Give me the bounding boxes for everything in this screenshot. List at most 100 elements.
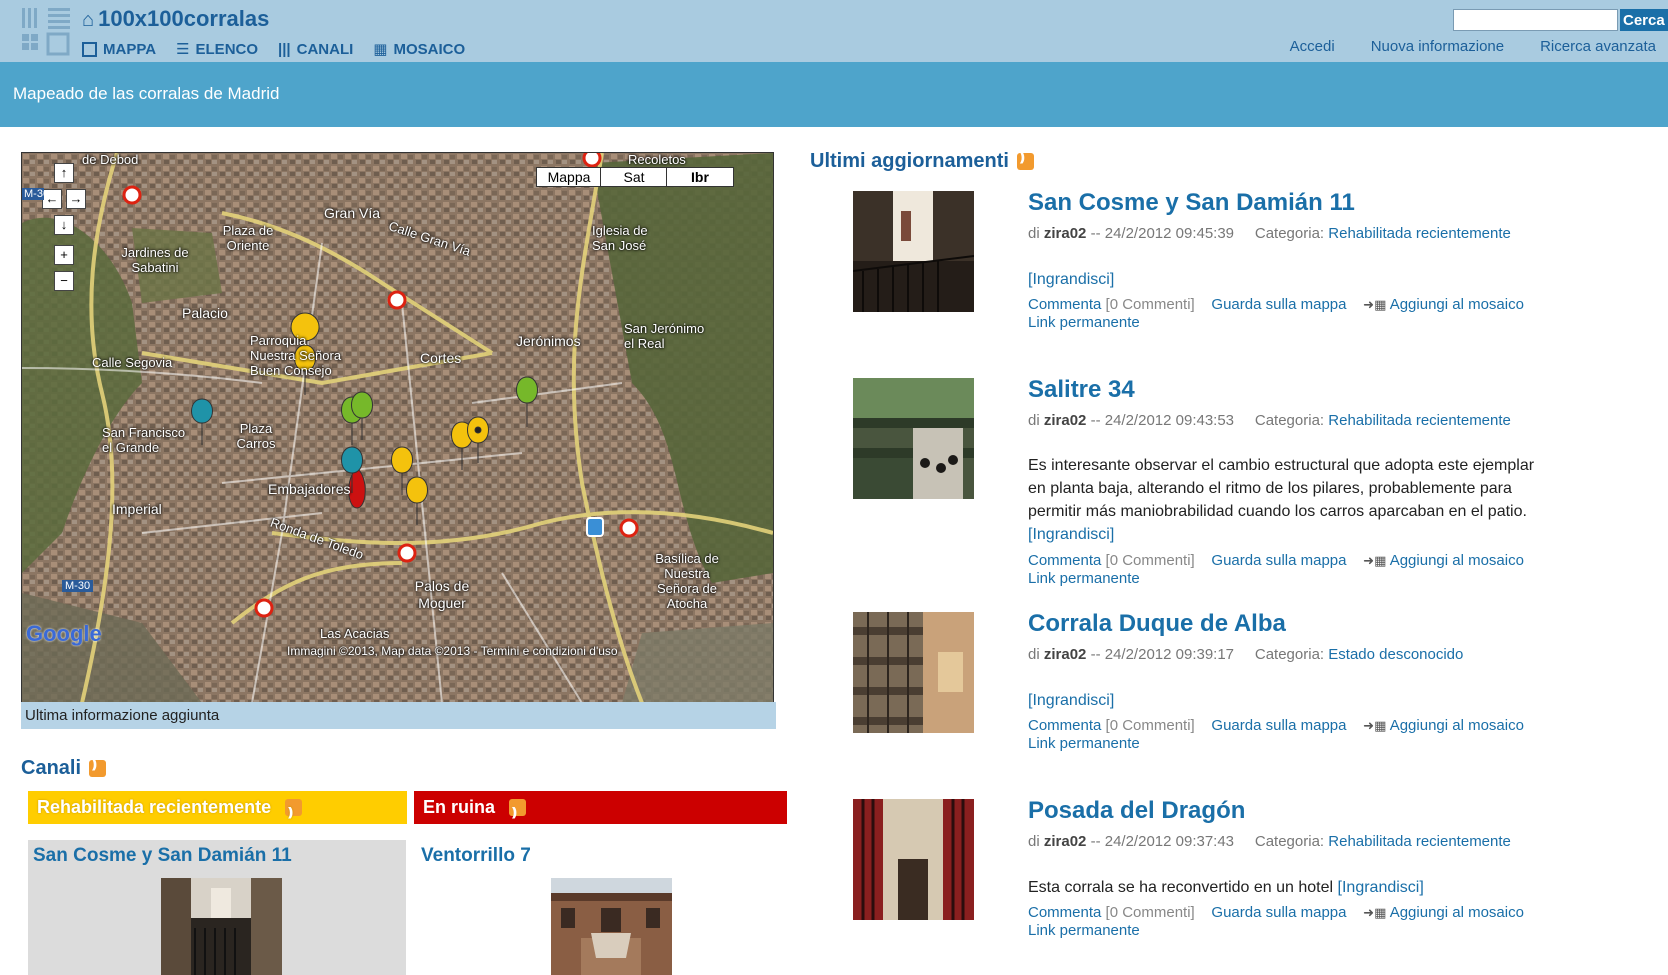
post-category[interactable]: Estado desconocido (1328, 646, 1463, 663)
post-thumbnail[interactable] (853, 378, 974, 499)
map-zoom-in-button[interactable]: + (54, 245, 74, 265)
post-body: Esta corrala se ha reconvertido en un ho… (1028, 879, 1424, 896)
post-category[interactable]: Rehabilitada recientemente (1328, 833, 1511, 850)
map-label: Recoletos (628, 152, 686, 167)
rss-icon[interactable] (1016, 150, 1034, 170)
nav-canali[interactable]: ||| CANALI (278, 40, 353, 58)
new-info-link[interactable]: Nuova informazione (1371, 38, 1504, 55)
permalink[interactable]: Link permanente (1028, 922, 1140, 939)
add-to-mosaic-link[interactable]: Aggiungi al mosaico (1390, 717, 1524, 734)
post-category[interactable]: Rehabilitada recientemente (1328, 225, 1511, 242)
square-icon (82, 41, 97, 57)
post-title[interactable]: Salitre 34 (1028, 376, 1135, 404)
map-label: Palacio (182, 305, 228, 321)
post-title[interactable]: Corrala Duque de Alba (1028, 610, 1286, 638)
post-body: Es interesante observar el cambio estruc… (1028, 457, 1535, 543)
map-pan-left-button[interactable]: ← (42, 189, 62, 209)
view-on-map-link[interactable]: Guarda sulla mappa (1211, 904, 1346, 921)
channel-item-photo[interactable] (161, 878, 282, 975)
map-type-sat[interactable]: Sat (600, 167, 668, 187)
comment-link[interactable]: Commenta (1028, 717, 1101, 734)
post-body: [Ingrandisci] (1028, 689, 1548, 712)
post-author[interactable]: zira02 (1044, 833, 1087, 850)
search-input[interactable] (1453, 9, 1618, 31)
comment-link[interactable]: Commenta (1028, 296, 1101, 313)
channel-item-title[interactable]: San Cosme y San Damián 11 (33, 845, 292, 867)
post-title[interactable]: San Cosme y San Damián 11 (1028, 189, 1355, 217)
channel-item-photo[interactable] (551, 878, 672, 975)
add-to-mosaic-link[interactable]: Aggiungi al mosaico (1390, 904, 1524, 921)
comment-link[interactable]: Commenta (1028, 904, 1101, 921)
map-pan-down-button[interactable]: ↓ (54, 215, 74, 235)
site-name[interactable]: ⌂ 100x100corralas (82, 6, 269, 32)
rss-icon[interactable] (285, 796, 303, 829)
list-icon: ☰ (176, 41, 190, 58)
map-label: San Francisco el Grande (102, 425, 186, 455)
rss-icon[interactable] (509, 796, 527, 829)
map-label: Calle Segovia (92, 355, 173, 370)
permalink[interactable]: Link permanente (1028, 735, 1140, 752)
post-author[interactable]: zira02 (1044, 646, 1087, 663)
add-mosaic-icon: ➜▦ (1363, 553, 1387, 568)
rss-icon[interactable] (89, 757, 107, 777)
expand-link[interactable]: [Ingrandisci] (1028, 526, 1114, 543)
map-label: Las Acacias (320, 626, 390, 641)
post-thumbnail[interactable] (853, 191, 974, 312)
map-label: Jerónimos (516, 333, 581, 349)
map-label: Jardines de Sabatini (121, 245, 189, 275)
map-label: San Jerónimo el Real (624, 321, 705, 351)
channel-rehabilitada[interactable]: Rehabilitada recientemente (28, 791, 407, 829)
channels-heading: Canali (21, 757, 107, 780)
expand-link[interactable]: [Ingrandisci] (1028, 271, 1114, 288)
map-footer: Ultima informazione aggiunta (21, 702, 776, 729)
advanced-search-link[interactable]: Ricerca avanzata (1540, 38, 1656, 55)
post-thumbnail[interactable] (853, 799, 974, 920)
map-attribution[interactable]: Immagini ©2013, Map data ©2013 - Termini… (287, 644, 618, 658)
post-meta: di zira02 -- 24/2/2012 09:45:39 Categori… (1028, 225, 1511, 242)
expand-link[interactable]: [Ingrandisci] (1028, 692, 1114, 709)
permalink[interactable]: Link permanente (1028, 314, 1140, 331)
map-label: M-30 (62, 580, 94, 592)
channel-item-title[interactable]: Ventorrillo 7 (421, 845, 531, 867)
map-zoom-out-button[interactable]: − (54, 271, 74, 291)
map-type-ibr[interactable]: Ibr (666, 167, 734, 187)
add-mosaic-icon: ➜▦ (1363, 718, 1387, 733)
map-label: de Debod (82, 152, 139, 167)
channel-en-ruina[interactable]: En ruina (414, 791, 787, 829)
post-category[interactable]: Rehabilitada recientemente (1328, 412, 1511, 429)
view-on-map-link[interactable]: Guarda sulla mappa (1211, 296, 1346, 313)
map-label: Iglesia de San José (592, 223, 648, 253)
post-title[interactable]: Posada del Dragón (1028, 797, 1245, 825)
add-mosaic-icon: ➜▦ (1363, 297, 1387, 312)
map[interactable]: ↑ ← → ↓ + − Mappa Sat Ibr de Debod Recol… (21, 152, 774, 704)
map-label: Embajadores (268, 481, 351, 497)
google-logo: Google (26, 621, 102, 646)
post-author[interactable]: zira02 (1044, 412, 1087, 429)
top-bar: ⌂ 100x100corralas MAPPA ☰ ELENCO ||| CANALI… (0, 0, 1668, 62)
post-actions: Commenta [0 Commenti] Guarda sulla mappa… (1028, 904, 1524, 939)
logo-icon (22, 8, 70, 56)
map-pan-right-button[interactable]: → (66, 189, 86, 209)
home-icon: ⌂ (82, 9, 95, 31)
view-on-map-link[interactable]: Guarda sulla mappa (1211, 717, 1346, 734)
add-to-mosaic-link[interactable]: Aggiungi al mosaico (1390, 552, 1524, 569)
nav-mappa[interactable]: MAPPA (82, 40, 156, 58)
add-to-mosaic-link[interactable]: Aggiungi al mosaico (1390, 296, 1524, 313)
view-on-map-link[interactable]: Guarda sulla mappa (1211, 552, 1346, 569)
post-author[interactable]: zira02 (1044, 225, 1087, 242)
comment-link[interactable]: Commenta (1028, 552, 1101, 569)
title-band: Mapeado de las corralas de Madrid (0, 62, 1668, 127)
login-link[interactable]: Accedi (1290, 38, 1335, 55)
map-type-mappa[interactable]: Mappa (536, 167, 602, 187)
map-label: Plaza Carros (236, 421, 276, 451)
post-thumbnail[interactable] (853, 612, 974, 733)
permalink[interactable]: Link permanente (1028, 570, 1140, 587)
nav-elenco[interactable]: ☰ ELENCO (176, 40, 258, 59)
map-pan-up-button[interactable]: ↑ (54, 163, 74, 183)
post-meta: di zira02 -- 24/2/2012 09:37:43 Categori… (1028, 833, 1511, 850)
search-button[interactable]: Cerca (1620, 9, 1668, 31)
nav-mosaico[interactable]: ▦ MOSAICO (373, 40, 465, 59)
grid-icon: ▦ (373, 41, 388, 58)
post-actions: Commenta [0 Commenti] Guarda sulla mappa… (1028, 296, 1524, 331)
expand-link[interactable]: [Ingrandisci] (1338, 879, 1424, 896)
